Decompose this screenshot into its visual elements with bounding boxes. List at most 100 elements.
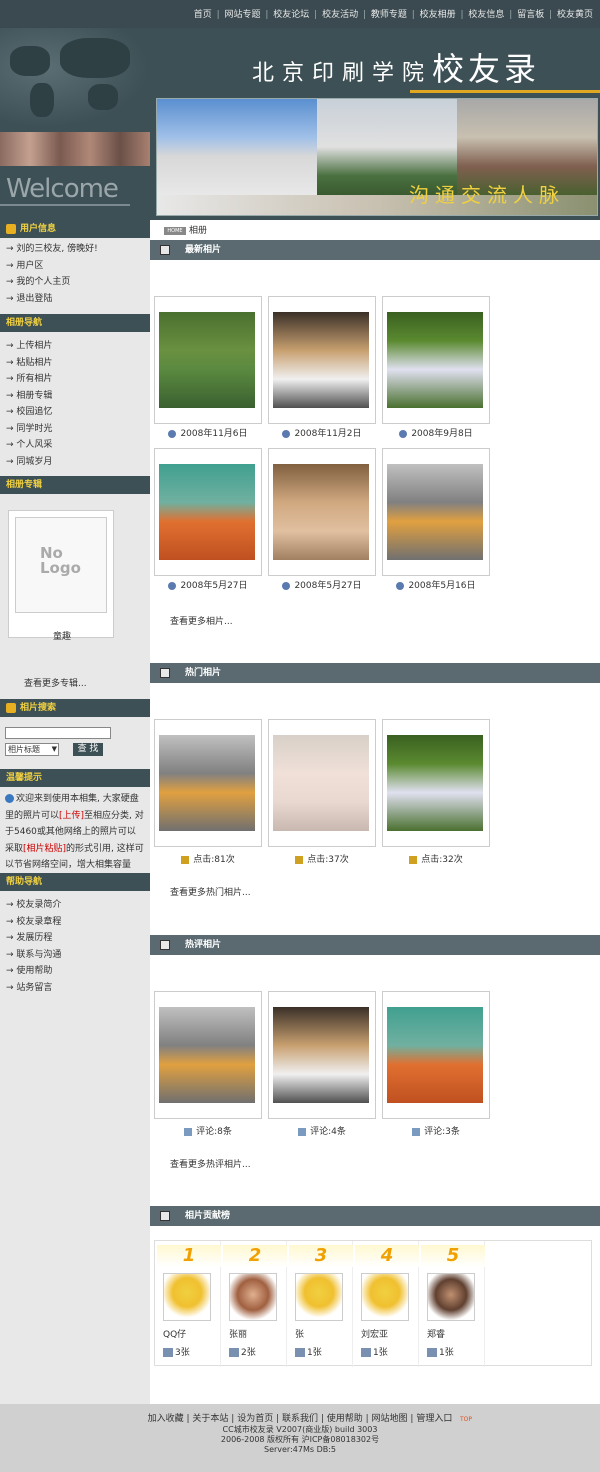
rank-entry[interactable]: 1 QQ仔 3张 bbox=[157, 1241, 221, 1367]
greeting: 刘的三校友, 傍晚好! bbox=[6, 241, 150, 258]
contributor-name[interactable]: QQ仔 bbox=[163, 1327, 186, 1340]
help-history-link[interactable]: 发展历程 bbox=[6, 930, 150, 947]
rank-entry[interactable]: 2 张丽 2张 bbox=[223, 1241, 287, 1367]
help-contact-link[interactable]: 联系与沟通 bbox=[6, 947, 150, 964]
upload-photo-link[interactable]: 上传相片 bbox=[6, 338, 150, 355]
all-photos-link[interactable]: 所有相片 bbox=[6, 371, 150, 388]
photo-thumb[interactable] bbox=[382, 991, 490, 1119]
nav-topics[interactable]: 网站专题 bbox=[225, 10, 261, 20]
my-homepage-link[interactable]: 我的个人主页 bbox=[6, 274, 150, 291]
photo-thumb[interactable] bbox=[268, 448, 376, 576]
sidebar: 用户信息 刘的三校友, 傍晚好! 用户区 我的个人主页 退出登陆 相册导航 上传… bbox=[0, 220, 150, 1404]
contact-link[interactable]: 联系我们 bbox=[282, 1414, 318, 1424]
rank-entry[interactable]: 4 刘宏亚 1张 bbox=[355, 1241, 419, 1367]
back-to-top-link[interactable]: TOP bbox=[460, 1416, 472, 1423]
paste-link[interactable]: [相片粘贴] bbox=[23, 844, 66, 854]
rank-number: 4 bbox=[355, 1245, 419, 1267]
nav-forum[interactable]: 校友论坛 bbox=[273, 10, 309, 20]
paste-photo-link[interactable]: 粘贴相片 bbox=[6, 355, 150, 372]
nav-guestbook[interactable]: 留言板 bbox=[517, 10, 544, 20]
avatar[interactable] bbox=[427, 1273, 475, 1321]
album-special-link[interactable]: 相册专辑 bbox=[6, 388, 150, 405]
help-usage-link[interactable]: 使用帮助 bbox=[6, 963, 150, 980]
same-city-link[interactable]: 同城岁月 bbox=[6, 454, 150, 471]
photo-thumb[interactable] bbox=[268, 991, 376, 1119]
footer-copyright: 2006-2008 版权所有 沪ICP备08018302号 bbox=[220, 1435, 380, 1444]
header-left: Welcome bbox=[0, 28, 150, 220]
photo-icon bbox=[295, 1348, 305, 1357]
nav-teachers[interactable]: 教师专题 bbox=[371, 10, 407, 20]
search-icon bbox=[6, 702, 16, 713]
search-button[interactable]: 查 找 bbox=[73, 743, 103, 756]
help-guestbook-link[interactable]: 站务留言 bbox=[6, 980, 150, 997]
photo-thumb[interactable] bbox=[382, 448, 490, 576]
latest-photos-bar: 最新相片 bbox=[150, 240, 600, 260]
home-badge[interactable]: HOME bbox=[164, 226, 186, 235]
album-card[interactable]: No Logo 童趣 bbox=[8, 510, 114, 642]
contributor-name[interactable]: 刘宏亚 bbox=[361, 1327, 388, 1340]
photo-thumb[interactable] bbox=[154, 991, 262, 1119]
help-link[interactable]: 使用帮助 bbox=[327, 1414, 363, 1424]
search-input[interactable] bbox=[5, 727, 111, 739]
world-map-image bbox=[0, 28, 150, 128]
photo-image bbox=[159, 1007, 255, 1103]
photo-thumb[interactable] bbox=[382, 296, 490, 424]
photo-date: 2008年11月6日 bbox=[154, 426, 262, 439]
search-field-select[interactable]: 相片标题 bbox=[5, 743, 59, 756]
contributor-name[interactable]: 郑睿 bbox=[427, 1327, 445, 1340]
help-rules-link[interactable]: 校友录章程 bbox=[6, 914, 150, 931]
classmates-link[interactable]: 同学时光 bbox=[6, 421, 150, 438]
footer: 加入收藏 | 关于本站 | 设为首页 | 联系我们 | 使用帮助 | 网站地图 … bbox=[0, 1404, 600, 1472]
contributor-name[interactable]: 张丽 bbox=[229, 1327, 247, 1340]
album-name[interactable]: 童趣 bbox=[9, 629, 115, 642]
rank-entry[interactable]: 5 郑睿 1张 bbox=[421, 1241, 485, 1367]
comment-icon bbox=[412, 1127, 421, 1136]
photo-thumb[interactable] bbox=[382, 719, 490, 847]
photo-thumb[interactable] bbox=[268, 719, 376, 847]
rank-number: 2 bbox=[223, 1245, 287, 1267]
avatar[interactable] bbox=[295, 1273, 343, 1321]
sitemap-link[interactable]: 网站地图 bbox=[372, 1414, 408, 1424]
clock-icon bbox=[396, 581, 405, 590]
comment-icon bbox=[184, 1127, 193, 1136]
user-area-link[interactable]: 用户区 bbox=[6, 258, 150, 275]
more-albums-link[interactable]: 查看更多专辑... bbox=[24, 676, 150, 689]
personal-style-link[interactable]: 个人风采 bbox=[6, 437, 150, 454]
add-favorite-link[interactable]: 加入收藏 bbox=[148, 1414, 184, 1424]
photo-thumb[interactable] bbox=[154, 719, 262, 847]
photo-icon bbox=[427, 1348, 437, 1357]
nav-yellow-pages[interactable]: 校友黄页 bbox=[557, 10, 593, 20]
photo-thumb[interactable] bbox=[154, 296, 262, 424]
avatar[interactable] bbox=[163, 1273, 211, 1321]
footer-version: CC城市校友录 V2007(商业版) build 3003 bbox=[222, 1425, 378, 1434]
set-homepage-link[interactable]: 设为首页 bbox=[237, 1414, 273, 1424]
brand-school: 北京印刷学院 bbox=[252, 61, 433, 86]
help-intro-link[interactable]: 校友录简介 bbox=[6, 897, 150, 914]
about-link[interactable]: 关于本站 bbox=[192, 1414, 228, 1424]
nav-alumni-info[interactable]: 校友信息 bbox=[468, 10, 504, 20]
upload-link[interactable]: [上传] bbox=[59, 811, 84, 821]
logout-link[interactable]: 退出登陆 bbox=[6, 291, 150, 308]
avatar[interactable] bbox=[229, 1273, 277, 1321]
user-icon bbox=[6, 223, 16, 234]
photo-date: 2008年11月2日 bbox=[268, 426, 376, 439]
click-count: 点击:32次 bbox=[382, 852, 490, 865]
photo-thumb[interactable] bbox=[268, 296, 376, 424]
more-commented-photos-link[interactable]: 查看更多热评相片... bbox=[170, 1157, 251, 1170]
nav-activities[interactable]: 校友活动 bbox=[322, 10, 358, 20]
more-hot-photos-link[interactable]: 查看更多热门相片... bbox=[170, 885, 251, 898]
photo-thumb[interactable] bbox=[154, 448, 262, 576]
admin-link[interactable]: 管理入口 bbox=[416, 1414, 452, 1424]
more-photos-link[interactable]: 查看更多相片... bbox=[170, 614, 233, 627]
film-icon bbox=[160, 940, 170, 950]
info-icon bbox=[5, 794, 14, 803]
nav-album[interactable]: 校友相册 bbox=[420, 10, 456, 20]
contributor-name[interactable]: 张 bbox=[295, 1327, 304, 1340]
nav-home[interactable]: 首页 bbox=[194, 10, 212, 20]
rank-entry[interactable]: 3 张 1张 bbox=[289, 1241, 353, 1367]
welcome-text: Welcome bbox=[6, 174, 119, 204]
comment-count: 评论:4条 bbox=[268, 1124, 376, 1137]
tips-text: 欢迎来到使用本相集, 大家硬盘里的照片可以[上传]至相应分类, 对于5460或其… bbox=[5, 794, 144, 870]
campus-memory-link[interactable]: 校园追忆 bbox=[6, 404, 150, 421]
avatar[interactable] bbox=[361, 1273, 409, 1321]
